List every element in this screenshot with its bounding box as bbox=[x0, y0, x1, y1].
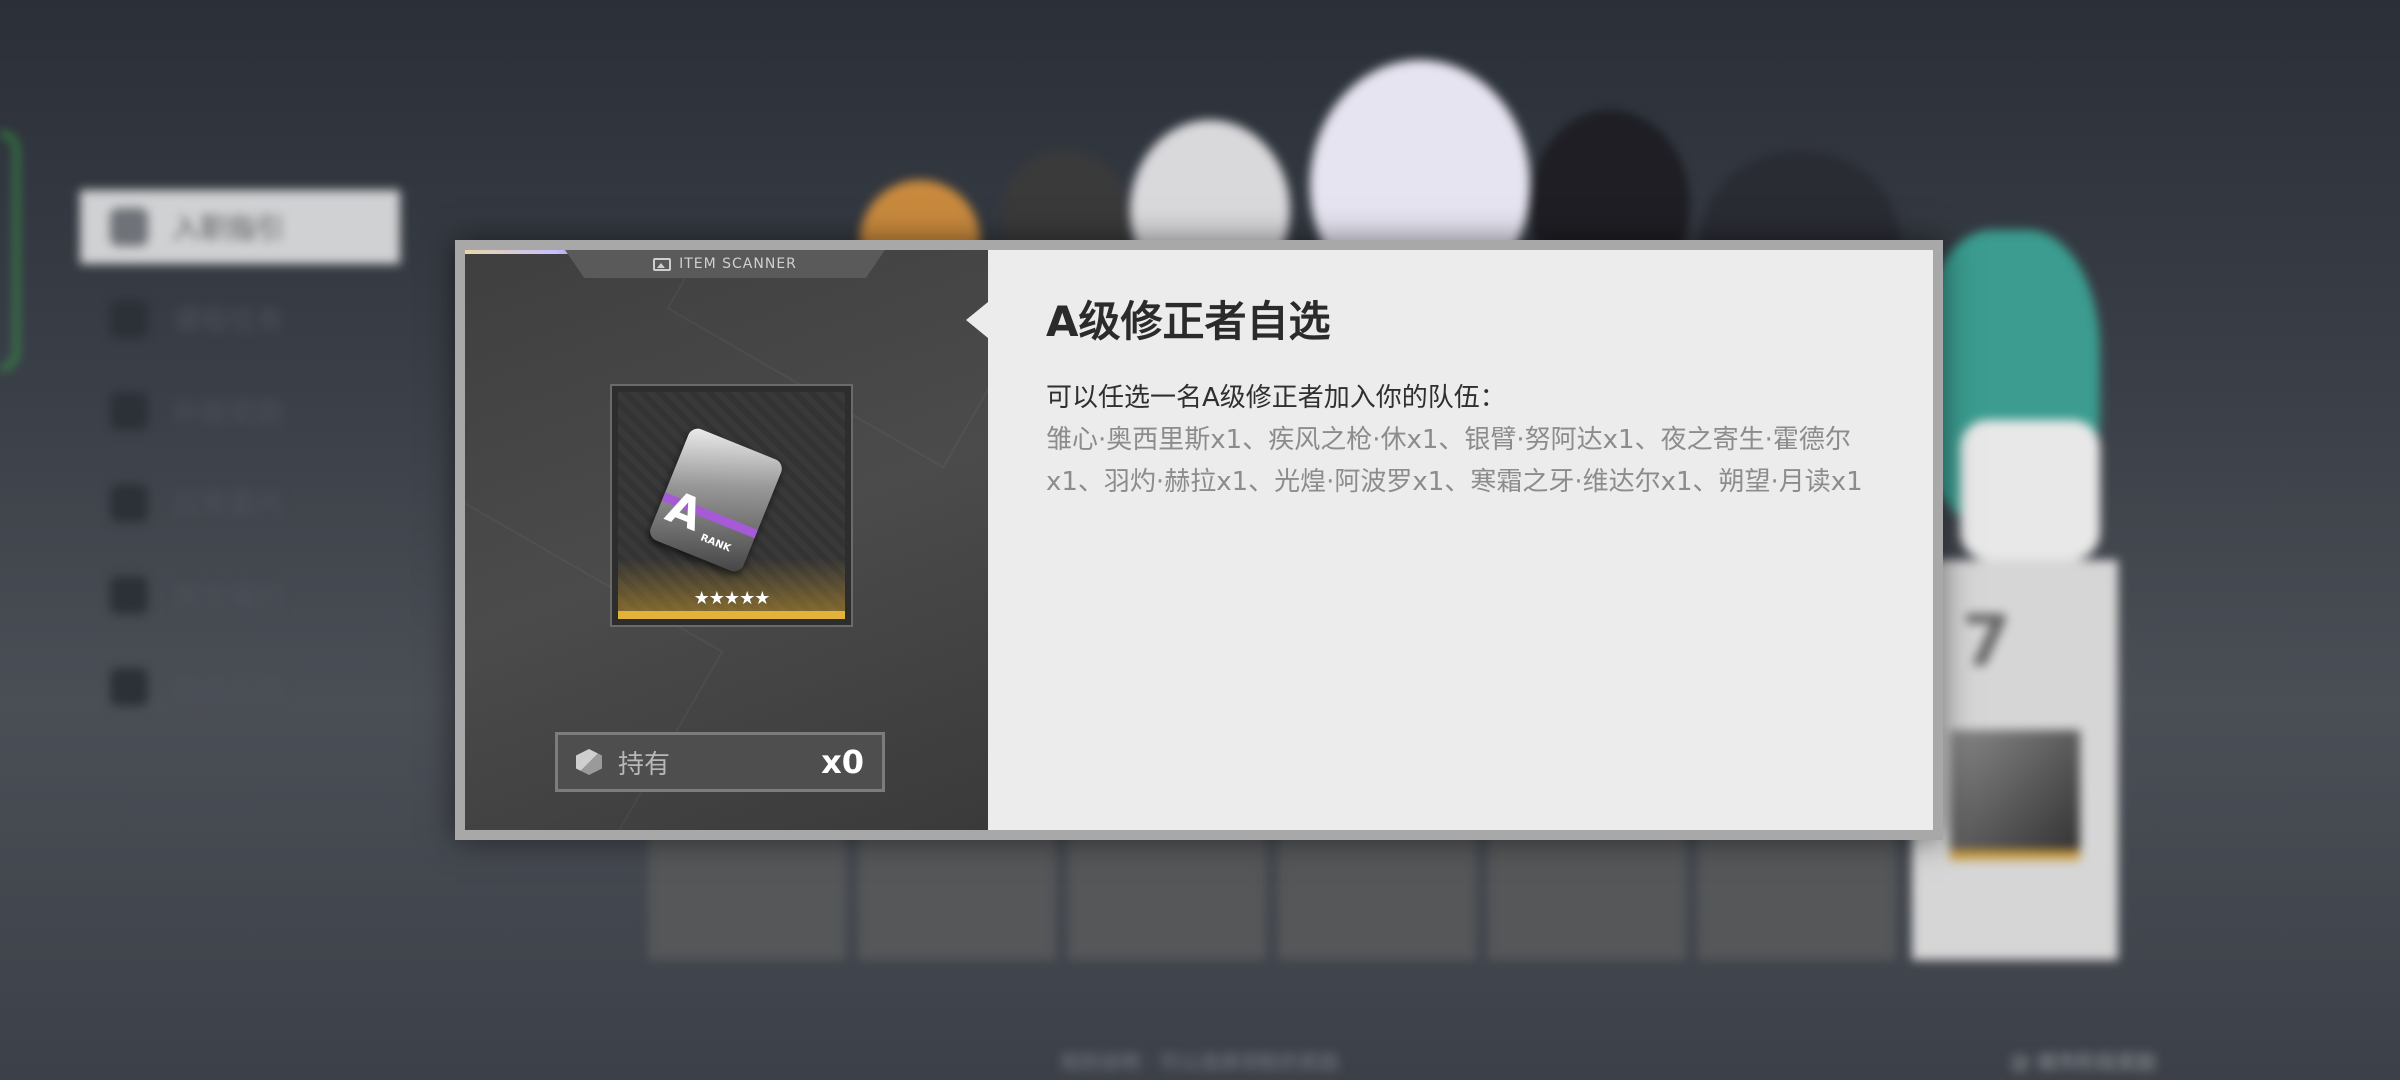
blueprint-icon bbox=[110, 668, 148, 706]
menu-item-label: 日常委托 bbox=[172, 488, 285, 521]
owned-label: 持有 bbox=[618, 749, 671, 780]
item-preview-panel: ITEM SCANNER A RANK ★★★★★ 持有 x0 bbox=[465, 250, 988, 830]
item-info-panel: A级修正者自选 可以任选一名A级修正者加入你的队伍： 雏心·奥西里斯x1、疾风之… bbox=[966, 250, 1933, 830]
item-detail-modal: ITEM SCANNER A RANK ★★★★★ 持有 x0 A级修正者自选 … bbox=[455, 240, 1943, 840]
panel-pointer bbox=[966, 302, 988, 338]
item-scanner-label: ITEM SCANNER bbox=[679, 256, 797, 272]
menu-item-daily[interactable]: 日常委托 bbox=[80, 466, 400, 540]
background-menu: 入职指引 课程任务 升级奖励 日常委托 首充福利 典藏蓝图 bbox=[80, 190, 400, 742]
item-description: 可以任选一名A级修正者加入你的队伍： bbox=[1046, 383, 1506, 413]
menu-item-label: 首充福利 bbox=[172, 580, 285, 613]
item-selection-list: 雏心·奥西里斯x1、疾风之枪·休x1、银臂·努阿达x1、夜之寄生·霍德尔x1、羽… bbox=[1046, 425, 1863, 497]
rarity-bar bbox=[618, 611, 845, 619]
calendar-icon bbox=[110, 484, 148, 522]
menu-item-level-rewards[interactable]: 升级奖励 bbox=[80, 374, 400, 448]
item-icon-frame: A RANK ★★★★★ bbox=[610, 384, 853, 627]
menu-item-label: 课程任务 bbox=[172, 304, 285, 337]
course-icon bbox=[110, 300, 148, 338]
rank-card-icon: A RANK bbox=[647, 425, 785, 575]
gift-icon bbox=[110, 392, 148, 430]
menu-item-first-charge[interactable]: 首充福利 bbox=[80, 558, 400, 632]
footer-hint: 规则说明 · 可以选择领取的奖励 bbox=[1060, 1050, 1340, 1074]
coin-icon bbox=[110, 576, 148, 614]
footer-right-text: @ 城市阶段奖励 bbox=[2010, 1050, 2157, 1074]
item-icon: A RANK ★★★★★ bbox=[618, 392, 845, 619]
box-icon bbox=[576, 749, 602, 775]
onboarding-icon bbox=[110, 208, 148, 246]
menu-item-course-tasks[interactable]: 课程任务 bbox=[80, 282, 400, 356]
item-title: A级修正者自选 bbox=[1046, 297, 1331, 346]
rarity-stars: ★★★★★ bbox=[693, 588, 771, 609]
menu-item-label: 典藏蓝图 bbox=[172, 672, 285, 705]
menu-item-blueprint[interactable]: 典藏蓝图 bbox=[80, 650, 400, 724]
menu-item-label: 升级奖励 bbox=[172, 396, 285, 429]
reward-thumbnail bbox=[1950, 730, 2080, 860]
rank-text: RANK bbox=[698, 532, 733, 555]
active-tab-highlight bbox=[0, 132, 18, 370]
owned-count-box: 持有 x0 bbox=[555, 732, 885, 792]
owned-count: x0 bbox=[821, 743, 864, 781]
day-number: 7 bbox=[1962, 600, 2011, 682]
menu-item-onboarding[interactable]: 入职指引 bbox=[80, 190, 400, 264]
item-scanner-tab: ITEM SCANNER bbox=[565, 250, 885, 278]
character-portrait bbox=[1960, 420, 2100, 560]
menu-item-label: 入职指引 bbox=[172, 212, 285, 245]
image-icon bbox=[653, 257, 672, 271]
